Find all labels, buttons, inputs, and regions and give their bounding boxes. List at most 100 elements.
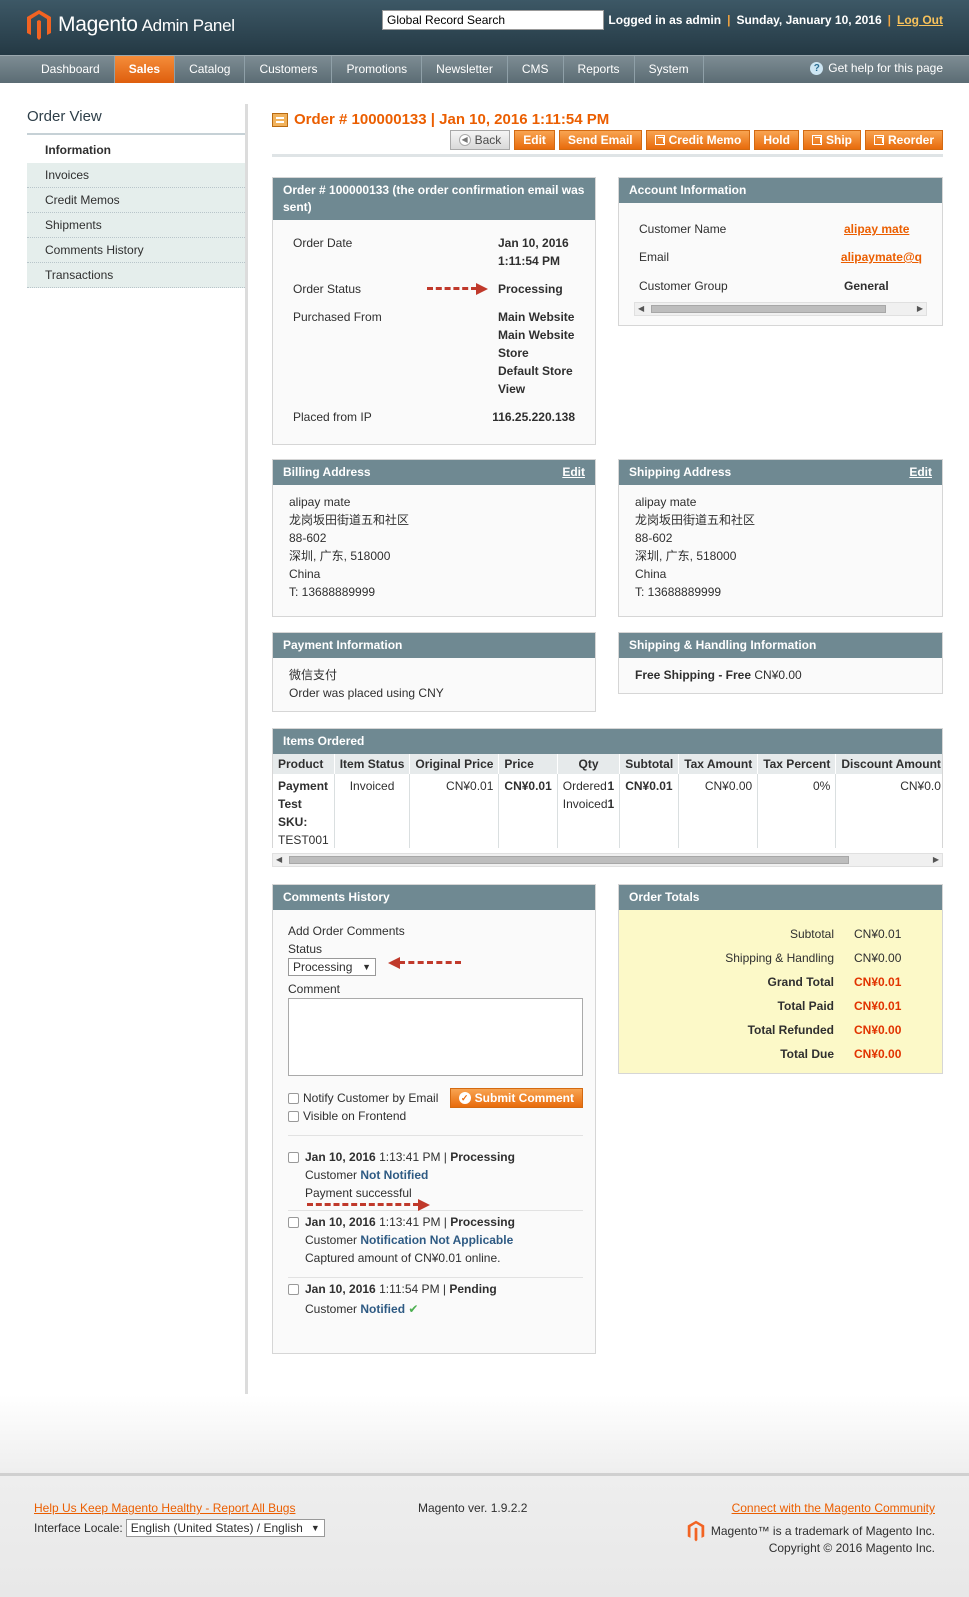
version-text: Magento ver. 1.9.2.2 (418, 1501, 528, 1515)
check-icon: ✔ (408, 1302, 419, 1316)
nav-system[interactable]: System (635, 56, 704, 83)
customer-name-label: Customer Name (639, 222, 727, 236)
annotation-arrow (399, 961, 461, 964)
order-totals-title: Order Totals (619, 885, 942, 910)
customer-group-label: Customer Group (639, 279, 728, 293)
report-bugs-link[interactable]: Help Us Keep Magento Healthy - Report Al… (34, 1501, 295, 1515)
table-row: Payment Test SKU: TEST001 Invoiced CN¥0.01 … (273, 774, 942, 848)
reorder-button[interactable]: Reorder (864, 130, 943, 150)
order-date-label: Order Date (293, 236, 353, 250)
action-buttons: ◀ Back Edit Send Email Credit Memo Hold S… (449, 130, 943, 150)
locale-select[interactable]: English (United States) / English (125, 1519, 325, 1537)
page-title: Order # 100000133 | Jan 10, 2016 1:11:54… (272, 111, 609, 128)
visible-label: Visible on Frontend (303, 1109, 407, 1123)
submit-comment-button[interactable]: ✓ Submit Comment (449, 1088, 583, 1108)
hold-button[interactable]: Hold (754, 130, 799, 150)
annotation-arrow-head (418, 1199, 430, 1211)
shipping-handling-title: Shipping & Handling Information (619, 633, 942, 658)
scroll-right-icon[interactable]: ▶ (933, 854, 939, 866)
total-row: Total Refunded CN¥0.00 (747, 1023, 902, 1037)
help-label: Get help for this page (828, 61, 943, 75)
order-date-value: Jan 10, 2016 (498, 236, 569, 250)
trademark-text: Magento™ is a trademark of Magento Inc. (710, 1524, 935, 1538)
order-icon (272, 112, 288, 127)
page-title-text: Order # 100000133 | Jan 10, 2016 1:11:54… (294, 111, 610, 128)
back-button[interactable]: ◀ Back (449, 130, 511, 150)
credit-memo-button[interactable]: Credit Memo (645, 130, 751, 150)
shipping-edit-link[interactable]: Edit (909, 464, 932, 481)
edit-button[interactable]: Edit (514, 130, 555, 150)
sidebar-item-comments-history[interactable]: Comments History (27, 238, 247, 263)
visible-checkbox[interactable] (288, 1111, 299, 1123)
items-header-row: Product Item Status Original Price Price… (273, 754, 942, 774)
magento-footer-icon (687, 1520, 705, 1542)
scroll-right-icon[interactable]: ▶ (917, 303, 923, 315)
send-email-button[interactable]: Send Email (558, 130, 642, 150)
global-search-input[interactable] (382, 10, 604, 30)
help-link[interactable]: ? Get help for this page (810, 61, 943, 75)
col-discount: Discount Amount (835, 754, 942, 774)
community-link[interactable]: Connect with the Magento Community (732, 1501, 935, 1515)
scrollbar-thumb[interactable] (289, 856, 849, 864)
history-checkbox[interactable] (288, 1284, 299, 1295)
placed-ip-label: Placed from IP (293, 410, 372, 424)
scroll-left-icon[interactable]: ◀ (638, 303, 644, 315)
history-item: Jan 10, 2016 1:11:54 PM | Pending Custom… (288, 1280, 583, 1318)
history-checkbox[interactable] (288, 1152, 299, 1163)
scroll-left-icon[interactable]: ◀ (276, 854, 282, 866)
shipping-title: Shipping Address (629, 465, 732, 479)
order-time-value: 1:11:54 PM (498, 254, 561, 268)
order-info-title: Order # 100000133 (the order confirmatio… (273, 178, 595, 220)
col-tax-amount: Tax Amount (678, 754, 759, 774)
nav-cms[interactable]: CMS (508, 56, 564, 83)
account-scrollbar[interactable]: ◀ ▶ (634, 302, 927, 316)
customer-group-value: General (844, 279, 889, 293)
customer-name-link[interactable]: alipay mate (844, 215, 909, 243)
history-item: Jan 10, 2016 1:13:41 PM | Processing Cus… (288, 1148, 583, 1202)
ship-button[interactable]: Ship (802, 130, 861, 150)
payment-currency-note: Order was placed using CNY (289, 686, 444, 700)
magento-logo[interactable]: Magento Admin Panel (26, 9, 235, 41)
divider (288, 1135, 583, 1136)
address-line: alipay mate (635, 495, 697, 509)
nav-reports[interactable]: Reports (564, 56, 635, 83)
items-scrollbar[interactable]: ◀ ▶ (272, 853, 943, 867)
logout-link[interactable]: Log Out (897, 13, 943, 27)
scrollbar-thumb[interactable] (651, 305, 886, 313)
nav-newsletter[interactable]: Newsletter (422, 56, 508, 83)
comments-history-box: Comments History Add Order Comments Stat… (272, 884, 596, 1354)
history-checkbox[interactable] (288, 1217, 299, 1228)
col-product: Product (273, 754, 335, 774)
magento-logo-icon (27, 10, 51, 40)
notify-checkbox[interactable] (288, 1093, 299, 1105)
shipping-address-box: Shipping Address Edit alipay mate 龙岗坂田街道五… (618, 459, 943, 617)
annotation-arrow (307, 1203, 419, 1206)
sidebar-item-transactions[interactable]: Transactions (27, 263, 247, 288)
comment-label: Comment (288, 982, 341, 996)
customer-email-link[interactable]: alipaymate@q (841, 243, 922, 272)
items-ordered-grid: Items Ordered Product Item Status Origin… (272, 728, 943, 848)
sidebar-item-shipments[interactable]: Shipments (27, 213, 247, 238)
total-row: Total Paid CN¥0.01 (777, 999, 902, 1013)
comments-title: Comments History (273, 885, 595, 910)
sidebar-item-credit-memos[interactable]: Credit Memos (27, 188, 247, 213)
purchased-line: Store (498, 346, 529, 360)
nav-sales[interactable]: Sales (114, 56, 176, 83)
address-line: alipay mate (289, 495, 351, 509)
address-line: 88-602 (635, 531, 673, 545)
status-select[interactable]: Processing (288, 958, 376, 976)
nav-promotions[interactable]: Promotions (332, 56, 423, 83)
sidebar-item-information[interactable]: Information (27, 138, 247, 163)
footer-background (0, 1395, 969, 1597)
sidebar-item-invoices[interactable]: Invoices (27, 163, 247, 188)
purchased-from-label: Purchased From (293, 310, 382, 324)
nav-catalog[interactable]: Catalog (175, 56, 246, 83)
col-qty: Qty (557, 754, 621, 774)
billing-edit-link[interactable]: Edit (562, 464, 585, 481)
account-info-title: Account Information (619, 178, 942, 203)
billing-address-box: Billing Address Edit alipay mate 龙岗坂田街道五和… (272, 459, 596, 617)
nav-customers[interactable]: Customers (245, 56, 333, 83)
comment-textarea[interactable] (288, 998, 583, 1076)
nav-dashboard[interactable]: Dashboard (27, 56, 115, 83)
purchased-line: Main Website (498, 328, 575, 342)
